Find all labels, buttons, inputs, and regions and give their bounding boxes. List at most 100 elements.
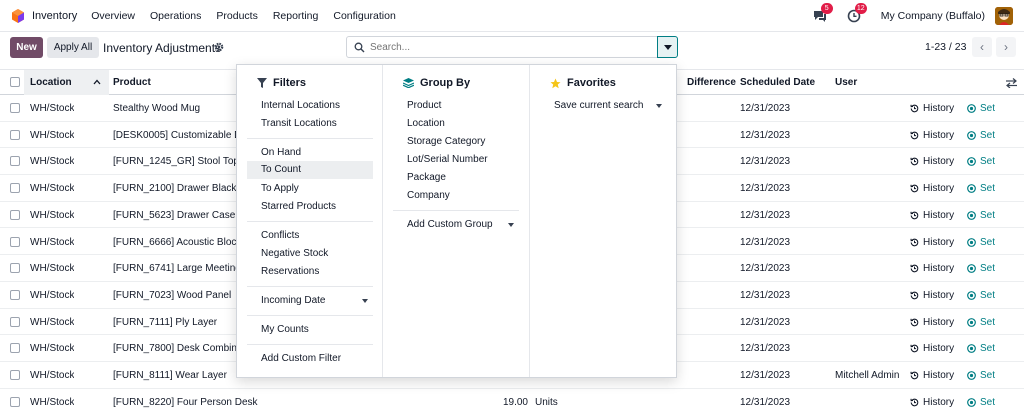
target-icon: [967, 317, 976, 327]
history-button[interactable]: History: [910, 263, 954, 274]
menu-products[interactable]: Products: [216, 10, 257, 22]
set-button[interactable]: Set: [967, 370, 995, 381]
save-current-search[interactable]: Save current search: [554, 100, 644, 111]
history-button[interactable]: History: [910, 343, 954, 354]
group-by-product[interactable]: Product: [407, 100, 441, 111]
history-button[interactable]: History: [910, 290, 954, 301]
history-button[interactable]: History: [910, 156, 954, 167]
row-checkbox[interactable]: [10, 156, 20, 167]
history-button[interactable]: History: [910, 183, 954, 194]
pager-next-button[interactable]: ›: [996, 37, 1016, 57]
set-label: Set: [980, 103, 996, 114]
filter-transit-locations[interactable]: Transit Locations: [261, 118, 337, 129]
incoming-date-caret-icon[interactable]: [362, 299, 368, 303]
group-by-package[interactable]: Package: [407, 172, 446, 183]
filter-my-counts[interactable]: My Counts: [261, 324, 309, 335]
filter-to-count[interactable]: To Count: [247, 161, 373, 179]
search-bar[interactable]: [346, 36, 658, 58]
cell-scheduled-date: 12/31/2023: [740, 156, 791, 168]
filter-to-apply[interactable]: To Apply: [261, 183, 299, 194]
row-checkbox[interactable]: [10, 316, 20, 327]
inventory-app-icon[interactable]: [11, 8, 25, 23]
column-header-difference[interactable]: Difference: [687, 77, 736, 88]
filter-starred-products[interactable]: Starred Products: [261, 201, 336, 212]
history-button[interactable]: History: [910, 370, 954, 381]
menu-reporting[interactable]: Reporting: [273, 10, 319, 22]
set-button[interactable]: Set: [967, 317, 995, 328]
column-header-user[interactable]: User: [835, 77, 857, 88]
set-button[interactable]: Set: [967, 343, 995, 354]
history-label: History: [923, 129, 955, 141]
filter-incoming-date[interactable]: Incoming Date: [261, 295, 325, 306]
row-checkbox[interactable]: [10, 289, 20, 300]
row-checkbox[interactable]: [10, 129, 20, 140]
history-button[interactable]: History: [910, 237, 954, 248]
set-button[interactable]: Set: [967, 183, 995, 194]
column-header-location[interactable]: Location: [30, 77, 72, 88]
menu-configuration[interactable]: Configuration: [333, 10, 395, 22]
gear-icon[interactable]: [214, 42, 224, 52]
apply-all-button[interactable]: Apply All: [47, 37, 99, 58]
set-button[interactable]: Set: [967, 210, 995, 221]
set-button[interactable]: Set: [967, 156, 995, 167]
favorites-title: Favorites: [567, 77, 616, 89]
select-all-checkbox[interactable]: [10, 77, 20, 87]
row-checkbox[interactable]: [10, 103, 20, 113]
save-search-caret-icon[interactable]: [656, 104, 662, 108]
add-custom-filter[interactable]: Add Custom Filter: [261, 353, 341, 364]
group-by-location[interactable]: Location: [407, 118, 445, 129]
history-button[interactable]: History: [910, 210, 954, 221]
row-checkbox[interactable]: [10, 343, 20, 354]
user-avatar[interactable]: [995, 7, 1013, 25]
menu-overview[interactable]: Overview: [91, 10, 135, 22]
target-icon: [967, 104, 976, 113]
set-button[interactable]: Set: [967, 237, 995, 248]
history-button[interactable]: History: [910, 103, 954, 114]
group-by-company[interactable]: Company: [407, 190, 450, 201]
optional-columns-icon[interactable]: [1006, 78, 1017, 88]
company-switcher[interactable]: My Company (Buffalo): [881, 10, 985, 22]
cell-scheduled-date: 12/31/2023: [740, 183, 791, 195]
history-button[interactable]: History: [910, 317, 954, 328]
app-name[interactable]: Inventory: [32, 10, 77, 22]
history-button[interactable]: History: [910, 397, 954, 408]
set-button[interactable]: Set: [967, 130, 995, 141]
filter-conflicts[interactable]: Conflicts: [261, 230, 299, 241]
menu-operations[interactable]: Operations: [150, 10, 201, 22]
history-icon: [910, 104, 919, 113]
sort-ascending-icon[interactable]: [93, 79, 101, 85]
custom-group-caret-icon[interactable]: [508, 223, 514, 227]
row-checkbox[interactable]: [10, 236, 20, 247]
messages-button[interactable]: 5: [813, 3, 833, 23]
row-checkbox[interactable]: [10, 183, 20, 194]
table-row[interactable]: WH/Stock [FURN_8220] Four Person Desk 19.0…: [0, 389, 1024, 408]
set-label: Set: [980, 263, 996, 275]
group-by-storage-category[interactable]: Storage Category: [407, 136, 485, 147]
pager-value[interactable]: 1-23 / 23: [925, 41, 966, 53]
column-header-scheduled-date[interactable]: Scheduled Date: [740, 77, 815, 88]
set-button[interactable]: Set: [967, 397, 995, 408]
filter-negative-stock[interactable]: Negative Stock: [261, 248, 328, 259]
target-icon: [967, 344, 976, 354]
filter-reservations[interactable]: Reservations: [261, 266, 319, 277]
activities-button[interactable]: 12: [847, 3, 867, 23]
filter-internal-locations[interactable]: Internal Locations: [261, 100, 340, 111]
cell-product: [FURN_8220] Four Person Desk: [113, 396, 258, 408]
search-options-toggle[interactable]: [657, 36, 678, 58]
search-input[interactable]: [370, 41, 650, 53]
row-checkbox[interactable]: [10, 209, 20, 220]
set-button[interactable]: Set: [967, 103, 995, 114]
new-button[interactable]: New: [10, 37, 43, 58]
row-checkbox[interactable]: [10, 370, 20, 380]
row-checkbox[interactable]: [10, 263, 20, 274]
group-by-lot-serial-number[interactable]: Lot/Serial Number: [407, 154, 488, 165]
filter-on-hand[interactable]: On Hand: [261, 147, 301, 158]
history-button[interactable]: History: [910, 130, 954, 141]
target-icon: [967, 130, 976, 140]
set-button[interactable]: Set: [967, 263, 995, 274]
pager-previous-button[interactable]: ‹: [972, 37, 992, 57]
column-header-product[interactable]: Product: [113, 77, 151, 88]
row-checkbox[interactable]: [10, 396, 20, 407]
set-button[interactable]: Set: [967, 290, 995, 301]
add-custom-group-select[interactable]: Add Custom Group: [407, 219, 493, 230]
